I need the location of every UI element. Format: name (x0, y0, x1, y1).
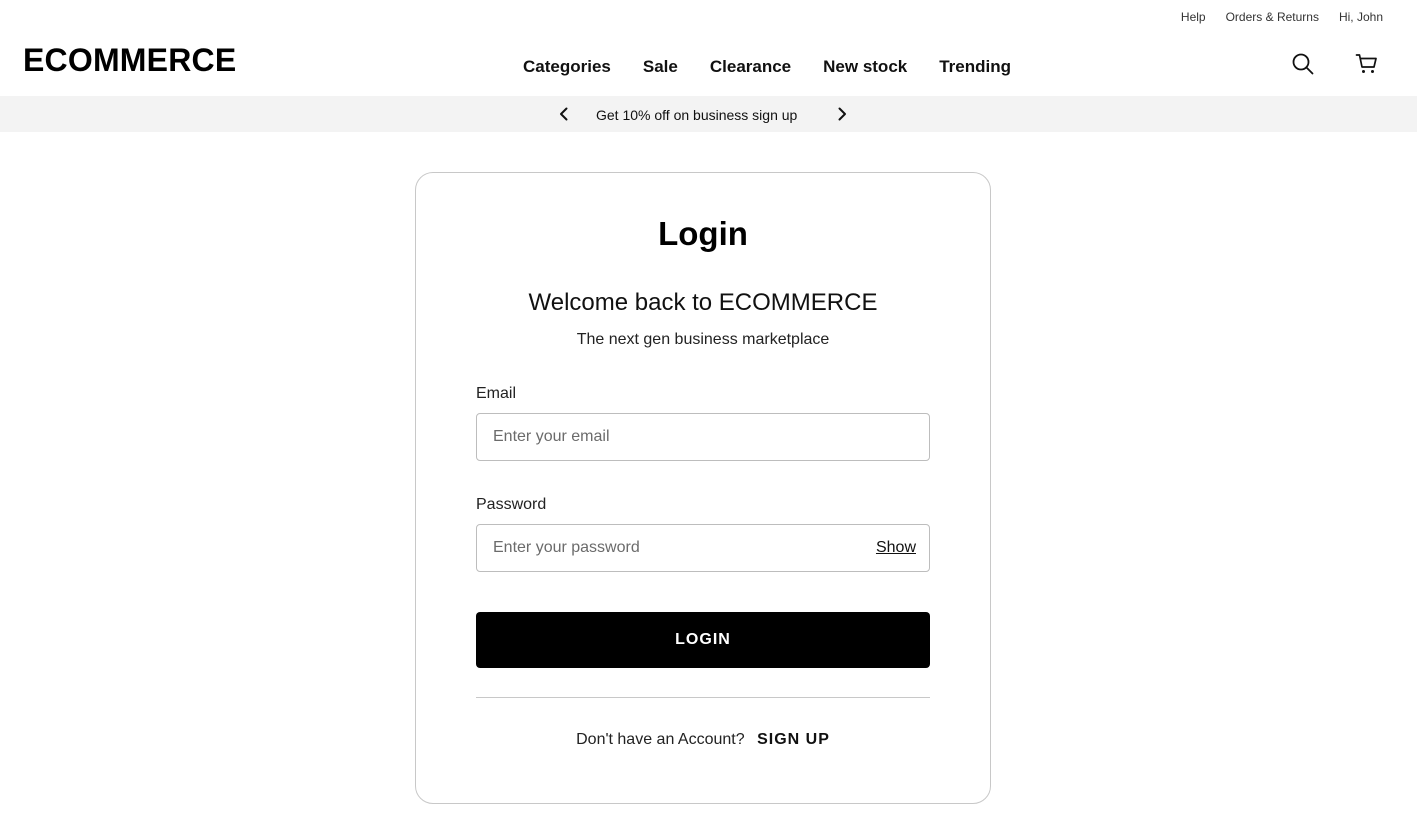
welcome-heading: Welcome back to ECOMMERCE (528, 289, 878, 316)
nav-item-clearance[interactable]: Clearance (710, 57, 791, 77)
utility-nav: Help Orders & Returns Hi, John (1181, 10, 1383, 24)
signup-prompt: Don't have an Account? SIGN UP (416, 731, 990, 749)
email-input[interactable] (477, 414, 929, 460)
email-field-wrapper (476, 413, 930, 461)
promo-text: Get 10% off on business sign up (596, 107, 798, 123)
email-label: Email (476, 385, 517, 402)
cart-icon (1355, 54, 1377, 73)
search-button[interactable] (1291, 52, 1315, 76)
search-icon (1292, 53, 1314, 75)
chevron-left-icon (560, 107, 568, 121)
login-button[interactable]: LOGIN (476, 612, 930, 668)
no-account-text: Don't have an Account? (576, 731, 745, 748)
cart-button[interactable] (1355, 52, 1379, 76)
orders-returns-link[interactable]: Orders & Returns (1226, 10, 1319, 24)
help-link[interactable]: Help (1181, 10, 1206, 24)
login-title: Login (658, 215, 748, 252)
nav-item-sale[interactable]: Sale (643, 57, 678, 77)
main-nav: Categories Sale Clearance New stock Tren… (523, 57, 1011, 77)
password-field-wrapper: Show (476, 524, 930, 572)
show-password-toggle[interactable]: Show (875, 539, 916, 557)
nav-item-categories[interactable]: Categories (523, 57, 611, 77)
promo-banner: Get 10% off on business sign up (0, 96, 1417, 132)
promo-next-button[interactable] (834, 106, 850, 122)
password-label: Password (476, 496, 547, 513)
password-input[interactable] (477, 525, 929, 571)
account-greeting-link[interactable]: Hi, John (1339, 10, 1383, 24)
nav-item-trending[interactable]: Trending (939, 57, 1011, 77)
signup-link[interactable]: SIGN UP (757, 731, 830, 748)
site-header: ECOMMERCE Categories Sale Clearance New … (0, 40, 1417, 92)
promo-prev-button[interactable] (556, 106, 572, 122)
tagline: The next gen business marketplace (576, 331, 830, 348)
divider (476, 697, 930, 698)
login-card: Login Welcome back to ECOMMERCE The next… (415, 172, 991, 804)
chevron-right-icon (838, 107, 846, 121)
nav-item-new-stock[interactable]: New stock (823, 57, 907, 77)
site-logo[interactable]: ECOMMERCE (23, 42, 236, 79)
